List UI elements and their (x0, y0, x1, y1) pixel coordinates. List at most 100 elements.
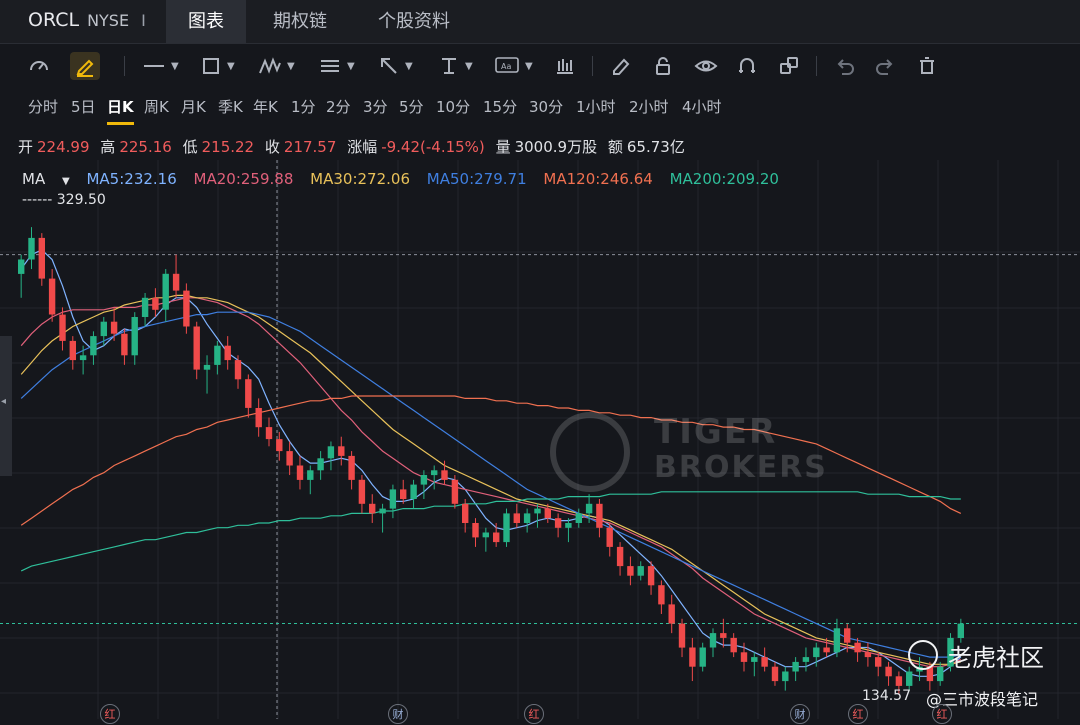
candle-body (833, 628, 841, 653)
candle-body (937, 666, 944, 682)
aa-label-icon[interactable]: Aa ▼ (494, 52, 533, 80)
period-1hour[interactable]: 1小时 (576, 96, 616, 117)
svg-text:Aa: Aa (501, 62, 511, 71)
candle-body (79, 355, 87, 361)
period-5d[interactable]: 5日 (71, 96, 96, 117)
trash-icon[interactable] (916, 52, 938, 80)
candle-body (307, 470, 314, 480)
period-2min[interactable]: 2分 (326, 96, 351, 117)
tab-options-chain[interactable]: 期权链 (273, 0, 327, 43)
event-marker[interactable]: 红 (524, 704, 544, 724)
ma120-value: MA120:246.64 (543, 170, 653, 188)
event-marker[interactable]: 财 (388, 704, 408, 724)
eye-icon[interactable] (694, 52, 718, 80)
candle-body (121, 333, 128, 356)
candle-body (18, 259, 25, 274)
period-1min[interactable]: 1分 (291, 96, 316, 117)
candle-body (38, 237, 45, 279)
event-marker[interactable]: 红 (100, 704, 120, 724)
pencil-highlight-icon[interactable] (70, 52, 100, 80)
low-value: 215.22 (201, 138, 255, 156)
candle-body (348, 455, 355, 480)
arrow-icon[interactable]: ▼ (378, 52, 413, 80)
chevron-down-icon: ▼ (227, 60, 235, 72)
candle-body (255, 408, 262, 428)
chevron-down-icon: ▼ (465, 60, 473, 72)
tiger-logo-icon (550, 412, 630, 492)
layers-icon[interactable] (778, 52, 800, 80)
text-cursor-icon[interactable]: ▼ (438, 52, 473, 80)
tiger-community-logo-icon (908, 640, 938, 670)
period-5min[interactable]: 5分 (399, 96, 424, 117)
candle-body (131, 317, 138, 356)
candle-body (400, 489, 407, 499)
candle-body (895, 676, 903, 686)
candle-body (317, 458, 324, 471)
candle-body (379, 508, 386, 514)
candle-body (482, 532, 489, 538)
lock-icon[interactable] (652, 52, 674, 80)
tab-stock-profile[interactable]: 个股资料 (378, 0, 450, 43)
undo-icon[interactable] (834, 52, 856, 80)
magnet-icon[interactable] (736, 52, 758, 80)
candle-body (647, 566, 655, 586)
event-marker[interactable]: 财 (790, 704, 810, 724)
candle-body (699, 647, 706, 667)
candle-body (451, 479, 459, 504)
candle-body (585, 503, 593, 514)
bars-icon[interactable] (554, 52, 576, 80)
candle-body (389, 489, 397, 509)
redo-icon[interactable] (874, 52, 896, 80)
volume-value: 3000.9万股 (514, 138, 598, 156)
candle-body (110, 321, 118, 334)
gauge-icon[interactable] (28, 52, 50, 80)
period-2hour[interactable]: 2小时 (629, 96, 669, 117)
watermark-line2: BROKERS (654, 450, 828, 485)
period-4hour[interactable]: 4小时 (682, 96, 722, 117)
wave-icon[interactable]: ▼ (258, 52, 295, 80)
candle-body (637, 566, 644, 576)
period-monthly[interactable]: 月K (181, 96, 206, 117)
candle-body (689, 647, 696, 667)
period-daily[interactable]: 日K (107, 96, 134, 125)
period-yearly[interactable]: 年K (253, 96, 278, 117)
period-30min[interactable]: 30分 (529, 96, 563, 117)
period-intraday[interactable]: 分时 (28, 96, 58, 117)
candle-body (761, 657, 768, 667)
period-3min[interactable]: 3分 (363, 96, 388, 117)
candle-body (152, 297, 159, 310)
ma30-value: MA30:272.06 (310, 170, 411, 188)
ma-indicator-selector[interactable]: MA ▼ (22, 170, 70, 188)
candle-body (792, 661, 799, 672)
candle-body (296, 465, 304, 480)
line-icon[interactable]: ▼ (142, 52, 179, 80)
ma50-value: MA50:279.71 (426, 170, 527, 188)
tab-chart[interactable]: 图表 (166, 0, 246, 43)
rectangle-icon[interactable]: ▼ (200, 52, 235, 80)
candle-body (234, 360, 242, 380)
candle-body (472, 523, 479, 538)
ticker-symbol: ORCL (28, 9, 80, 31)
drawing-toolbar: ▼ ▼ ▼ ▼ ▼ ▼ Aa ▼ (0, 44, 1080, 88)
candle-body (420, 475, 428, 485)
period-weekly[interactable]: 周K (144, 96, 169, 117)
candlestick-chart[interactable] (0, 160, 1080, 719)
period-quarterly[interactable]: 季K (218, 96, 243, 117)
candle-body (431, 470, 438, 476)
chevron-down-icon: ▼ (61, 176, 70, 187)
low-label: 低 (182, 138, 198, 156)
candle-body (678, 623, 686, 648)
candle-body (771, 666, 779, 682)
text-lines-icon[interactable]: ▼ (318, 52, 355, 80)
candle-body (782, 671, 789, 682)
candle-body (596, 503, 603, 528)
event-marker[interactable]: 红 (932, 704, 952, 724)
event-marker[interactable]: 红 (848, 704, 868, 724)
candle-body (265, 427, 273, 440)
period-10min[interactable]: 10分 (436, 96, 470, 117)
candle-body (513, 513, 520, 523)
period-15min[interactable]: 15分 (483, 96, 517, 117)
collapse-panel-handle[interactable] (0, 336, 12, 476)
eraser-icon[interactable] (610, 52, 632, 80)
candle-body (276, 439, 283, 452)
